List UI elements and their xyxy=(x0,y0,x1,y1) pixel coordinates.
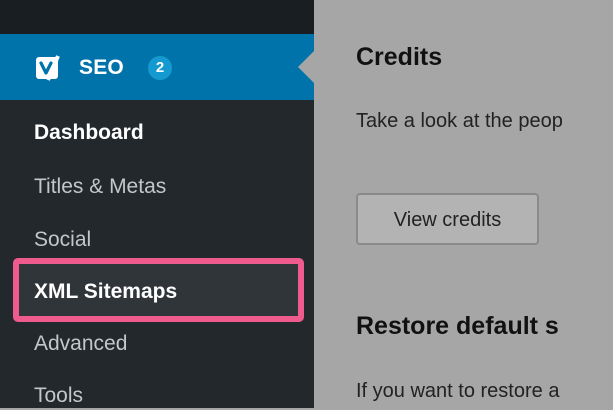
submenu-item-xml-sitemaps[interactable]: XML Sitemaps xyxy=(34,278,177,306)
submenu-item-titles-metas[interactable]: Titles & Metas xyxy=(34,173,166,201)
view-credits-button[interactable]: View credits xyxy=(356,193,539,245)
submenu-item-tools[interactable]: Tools xyxy=(34,382,83,410)
submenu-item-advanced[interactable]: Advanced xyxy=(34,330,127,358)
credits-description: Take a look at the peop xyxy=(356,110,563,132)
yoast-logo-icon xyxy=(36,55,62,81)
sidebar-top-strip xyxy=(0,0,314,34)
submenu-item-social[interactable]: Social xyxy=(34,226,91,254)
sidebar-item-seo[interactable]: SEO 2 xyxy=(0,34,314,100)
restore-heading: Restore default s xyxy=(356,312,559,340)
credits-heading: Credits xyxy=(356,43,443,71)
admin-sidebar: SEO 2 Dashboard Titles & Metas Social XM… xyxy=(0,0,314,408)
restore-description: If you want to restore a xyxy=(356,380,560,402)
sidebar-item-seo-label: SEO xyxy=(79,56,124,79)
submenu-item-dashboard[interactable]: Dashboard xyxy=(34,119,144,147)
notification-badge: 2 xyxy=(148,56,172,80)
